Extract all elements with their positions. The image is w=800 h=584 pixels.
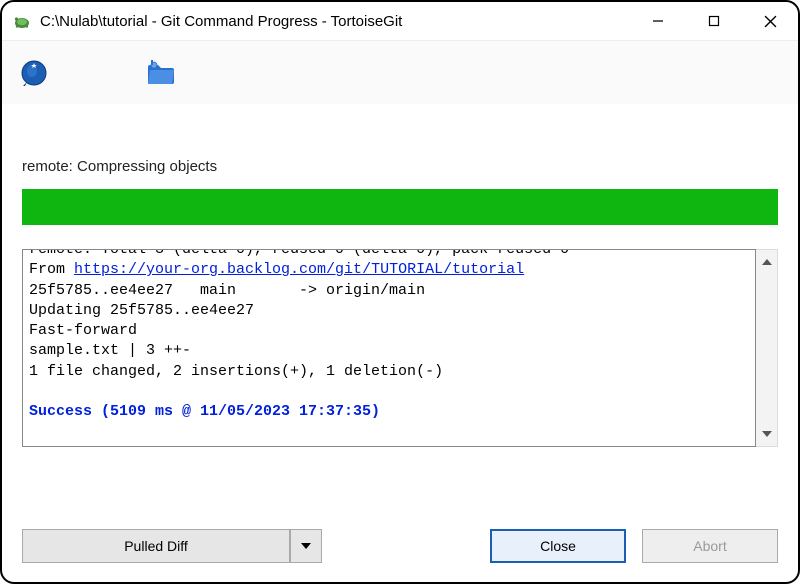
globe-icon[interactable] [16,55,52,91]
pulled-diff-split-button: Pulled Diff [22,529,322,563]
log-line: sample.txt | 3 ++- [29,342,191,359]
titlebar: C:\Nulab\tutorial - Git Command Progress… [2,2,798,40]
scrollbar[interactable] [756,249,778,447]
close-window-button[interactable] [742,2,798,40]
repo-url-link[interactable]: https://your-org.backlog.com/git/TUTORIA… [74,261,524,278]
progress-dialog: C:\Nulab\tutorial - Git Command Progress… [0,0,800,584]
toolbar [2,40,798,104]
log-success-line: Success (5109 ms @ 11/05/2023 17:37:35) [29,403,380,420]
window-title: C:\Nulab\tutorial - Git Command Progress… [40,13,630,30]
close-button[interactable]: Close [490,529,626,563]
log-line: 25f5785..ee4ee27 main -> origin/main [29,282,425,299]
tortoisegit-icon [12,11,32,31]
log-line: Fast-forward [29,322,137,339]
log-line: 1 file changed, 2 insertions(+), 1 delet… [29,363,443,380]
scroll-up-icon[interactable] [756,252,777,272]
status-label: remote: Compressing objects [22,158,778,175]
pulled-diff-button[interactable]: Pulled Diff [22,529,290,563]
log-output-wrap: remote: Total 3 (delta 0), reused 0 (del… [22,249,778,447]
log-line: Updating 25f5785..ee4ee27 [29,302,254,319]
maximize-button[interactable] [686,2,742,40]
scroll-down-icon[interactable] [756,424,777,444]
window-controls [630,2,798,40]
log-line: From https://your-org.backlog.com/git/TU… [29,261,524,278]
abort-button: Abort [642,529,778,563]
log-output[interactable]: remote: Total 3 (delta 0), reused 0 (del… [22,249,756,447]
progress-bar [22,189,778,225]
button-row: Pulled Diff Close Abort [2,510,798,582]
pulled-diff-dropdown[interactable] [290,529,322,563]
folder-icon[interactable] [144,55,180,91]
minimize-button[interactable] [630,2,686,40]
status-area: remote: Compressing objects [22,158,778,225]
content-area: remote: Compressing objects remote: Tota… [2,104,798,510]
log-line: remote: Total 3 (delta 0), reused 0 (del… [29,249,749,260]
